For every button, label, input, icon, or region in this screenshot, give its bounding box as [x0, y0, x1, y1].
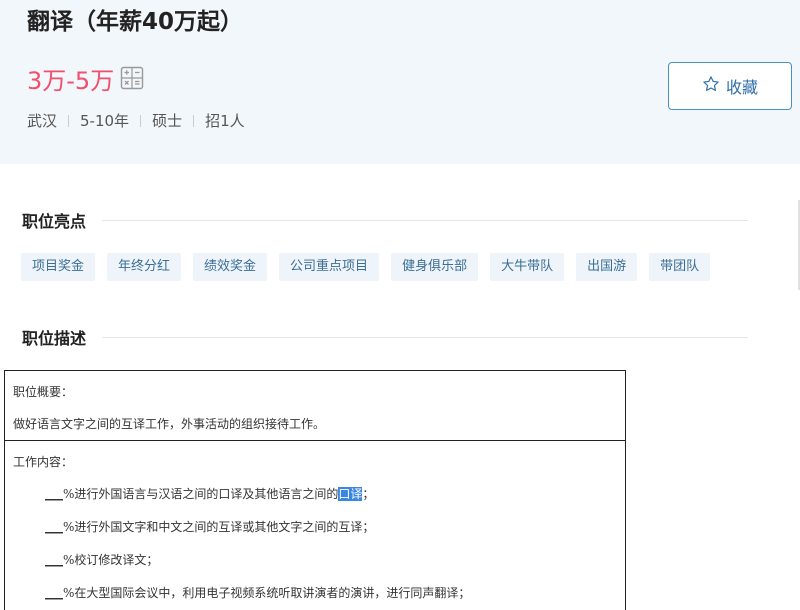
- overview-text: 做好语言文字之间的互译工作，外事活动的组织接待工作。: [13, 417, 326, 431]
- salary: 3万-5万: [27, 66, 115, 95]
- highlight-tag: 项目奖金: [21, 253, 96, 281]
- duty-blank: ___: [45, 520, 63, 534]
- overview-label: 职位概要：: [13, 385, 74, 399]
- highlight-tag: 带团队: [649, 253, 711, 281]
- duty-suffix: ；: [362, 487, 375, 501]
- calculator-icon[interactable]: [120, 66, 144, 90]
- overview-cell: 职位概要： 做好语言文字之间的互译工作，外事活动的组织接待工作。: [5, 371, 625, 441]
- description-section-title: 职位描述: [22, 325, 748, 349]
- highlight-tag: 公司重点项目: [279, 253, 380, 281]
- salary-row: 3万-5万: [27, 62, 144, 95]
- duty-blank: ___: [45, 586, 63, 600]
- section-divider: [102, 336, 748, 338]
- highlights-section-title: 职位亮点: [22, 208, 748, 232]
- duty-item: ___%进行外国语言与汉语之间的口译及其他语言之间的口译；: [45, 485, 374, 502]
- job-header: 翻译（年薪40万起） 3万-5万 武汉 5-10年 硕士 招1人 收藏: [0, 0, 800, 164]
- duty-item: ___%校订修改译文；: [45, 551, 158, 568]
- duty-text: %校订修改译文；: [63, 553, 159, 567]
- highlight-tag: 大牛带队: [490, 253, 565, 281]
- highlight-tag: 出国游: [576, 253, 638, 281]
- highlight-tag: 绩效奖金: [193, 253, 268, 281]
- favorite-label: 收藏: [725, 78, 758, 97]
- highlight-tags: 项目奖金 年终分红 绩效奖金 公司重点项目 健身俱乐部 大牛带队 出国游 带团队: [21, 253, 711, 281]
- favorite-button[interactable]: 收藏: [668, 62, 792, 110]
- job-experience: 5-10年: [80, 112, 130, 130]
- duty-text: %进行外国语言与汉语之间的口译及其他语言之间的: [63, 487, 339, 501]
- section-divider: [102, 219, 748, 221]
- job-meta: 武汉 5-10年 硕士 招1人: [27, 110, 245, 131]
- description-table: 职位概要： 做好语言文字之间的互译工作，外事活动的组织接待工作。 工作内容： _…: [4, 370, 626, 610]
- meta-divider: [193, 114, 195, 127]
- meta-divider: [140, 114, 142, 127]
- content-label: 工作内容：: [13, 455, 74, 469]
- duty-blank: ___: [45, 487, 63, 501]
- meta-divider: [68, 114, 70, 127]
- job-headcount: 招1人: [205, 112, 245, 130]
- job-title: 翻译（年薪40万起）: [27, 9, 244, 35]
- highlight-tag: 年终分红: [107, 253, 182, 281]
- job-location: 武汉: [27, 112, 58, 130]
- job-degree: 硕士: [152, 112, 183, 130]
- duty-text: %在大型国际会议中，利用电子视频系统听取讲演者的演讲，进行同声翻译；: [63, 586, 471, 600]
- duty-item: ___%在大型国际会议中，利用电子视频系统听取讲演者的演讲，进行同声翻译；: [45, 584, 470, 601]
- highlights-title: 职位亮点: [22, 212, 87, 231]
- selected-text[interactable]: 口译: [338, 487, 363, 501]
- description-title: 职位描述: [22, 329, 87, 348]
- highlight-tag: 健身俱乐部: [391, 253, 479, 281]
- star-icon: [702, 75, 720, 97]
- duty-item: ___%进行外国文字和中文之间的互译或其他文字之间的互译；: [45, 518, 374, 535]
- duty-blank: ___: [45, 553, 63, 567]
- duty-text: %进行外国文字和中文之间的互译或其他文字之间的互译；: [63, 520, 375, 534]
